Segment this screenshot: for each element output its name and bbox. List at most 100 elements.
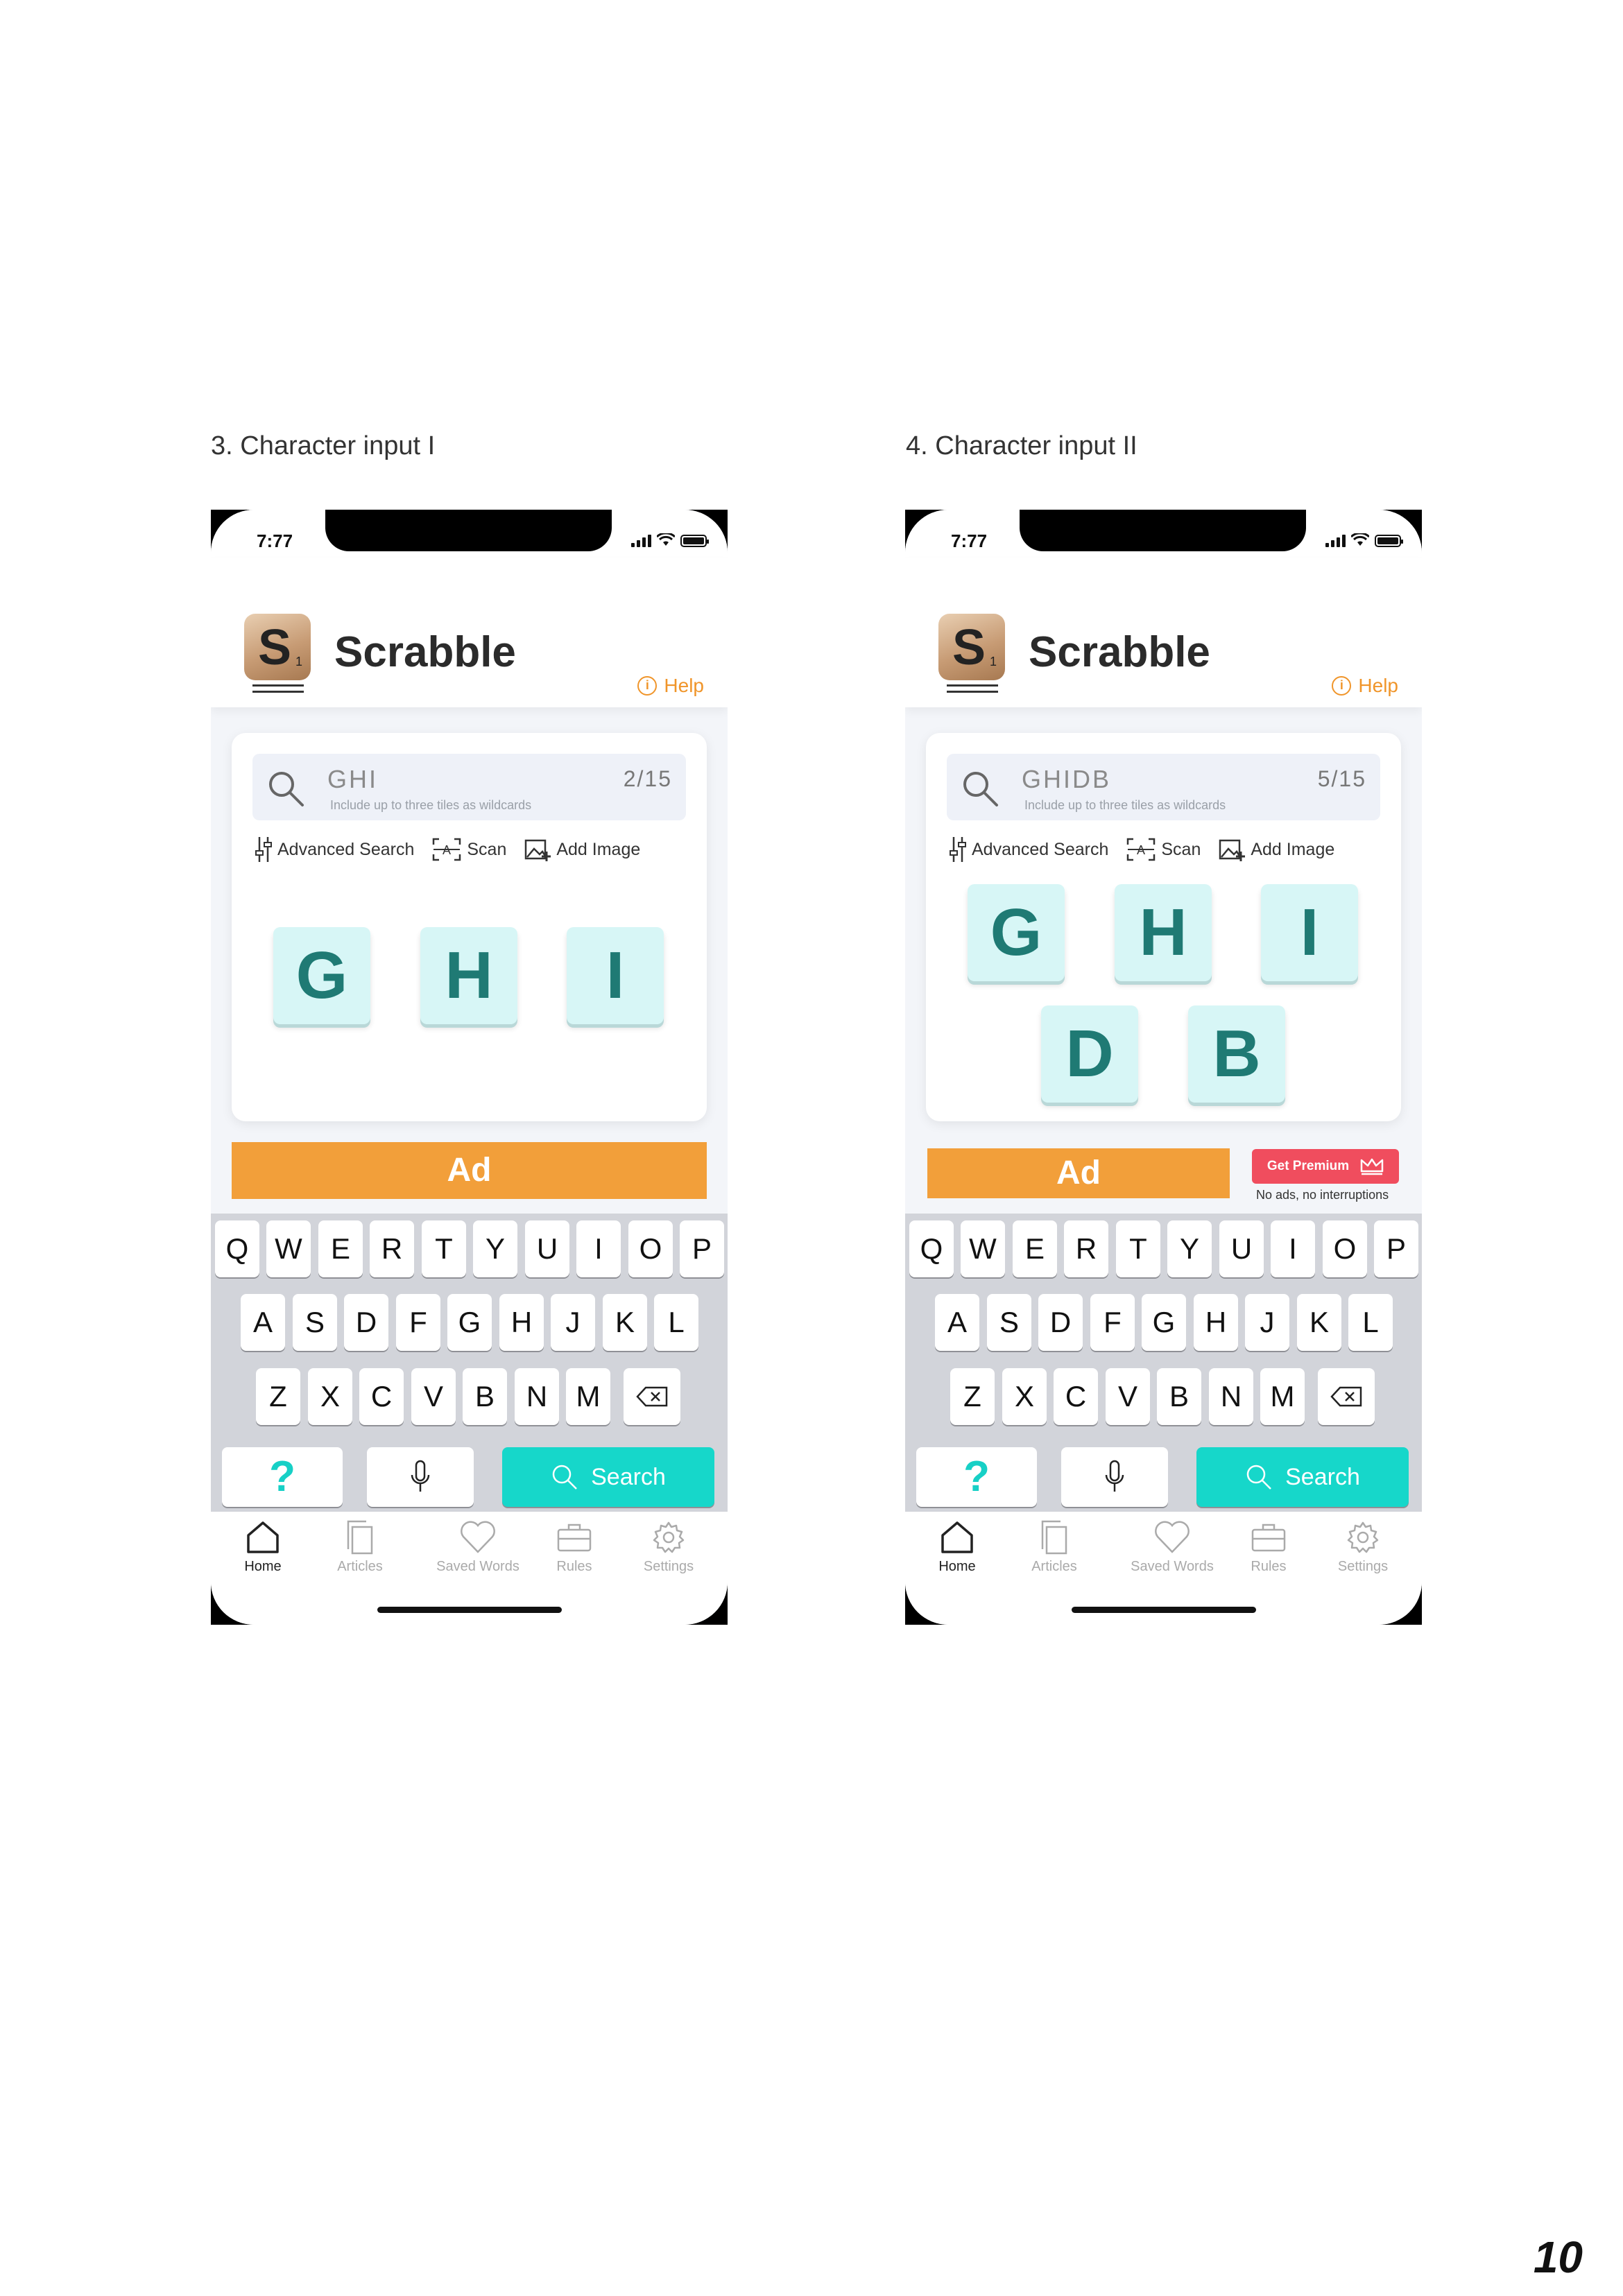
key-z[interactable]: Z — [950, 1368, 995, 1425]
key-s[interactable]: S — [987, 1294, 1031, 1351]
key-n[interactable]: N — [1209, 1368, 1253, 1425]
tab-rules[interactable]: Rules — [529, 1520, 619, 1575]
ad-banner[interactable]: Ad — [927, 1148, 1230, 1198]
key-u[interactable]: U — [1219, 1220, 1264, 1277]
input-card: GHI Include up to three tiles as wildcar… — [232, 733, 707, 1121]
key-r[interactable]: R — [1064, 1220, 1108, 1277]
key-p[interactable]: P — [680, 1220, 724, 1277]
key-l[interactable]: L — [1348, 1294, 1393, 1351]
key-i[interactable]: I — [1271, 1220, 1315, 1277]
tab-rules[interactable]: Rules — [1223, 1520, 1314, 1575]
key-c[interactable]: C — [1054, 1368, 1098, 1425]
search-query: GHIDB — [1022, 765, 1112, 793]
key-f[interactable]: F — [396, 1294, 440, 1351]
key-f[interactable]: F — [1090, 1294, 1135, 1351]
letter-tile[interactable]: G — [968, 884, 1065, 981]
key-x[interactable]: X — [308, 1368, 352, 1425]
help-key[interactable]: ? — [916, 1447, 1037, 1507]
key-j[interactable]: J — [551, 1294, 595, 1351]
help-button[interactable]: i Help — [1332, 675, 1398, 697]
ad-banner[interactable]: Ad — [232, 1142, 707, 1199]
key-y[interactable]: Y — [1167, 1220, 1212, 1277]
scan-button[interactable]: A Scan — [432, 838, 506, 861]
add-image-button[interactable]: Add Image — [1219, 838, 1334, 861]
letter-tile[interactable]: B — [1188, 1005, 1285, 1103]
letter-tile[interactable]: I — [1261, 884, 1358, 981]
get-premium-button[interactable]: Get Premium — [1252, 1149, 1399, 1184]
microphone-key[interactable] — [1061, 1447, 1168, 1507]
letter-tile[interactable]: I — [567, 927, 664, 1024]
scan-button[interactable]: A Scan — [1126, 838, 1201, 861]
key-q[interactable]: Q — [215, 1220, 259, 1277]
search-button[interactable]: Search — [1196, 1447, 1409, 1507]
key-u[interactable]: U — [525, 1220, 569, 1277]
help-key[interactable]: ? — [222, 1447, 343, 1507]
key-m[interactable]: M — [566, 1368, 610, 1425]
key-v[interactable]: V — [411, 1368, 456, 1425]
menu-icon[interactable] — [252, 684, 304, 697]
scrabble-logo[interactable]: S1 — [244, 614, 311, 680]
backspace-key[interactable] — [1318, 1368, 1375, 1425]
key-a[interactable]: A — [935, 1294, 979, 1351]
key-d[interactable]: D — [344, 1294, 388, 1351]
key-c[interactable]: C — [359, 1368, 404, 1425]
letter-tile[interactable]: D — [1041, 1005, 1138, 1103]
home-indicator[interactable] — [377, 1607, 562, 1613]
tab-saved-words[interactable]: Saved Words — [1103, 1520, 1242, 1575]
key-g[interactable]: G — [1142, 1294, 1186, 1351]
key-i[interactable]: I — [576, 1220, 621, 1277]
tab-saved-words[interactable]: Saved Words — [409, 1520, 547, 1575]
key-w[interactable]: W — [961, 1220, 1005, 1277]
help-button[interactable]: i Help — [637, 675, 704, 697]
tab-articles[interactable]: Articles — [1009, 1520, 1099, 1575]
key-p[interactable]: P — [1374, 1220, 1418, 1277]
key-a[interactable]: A — [241, 1294, 285, 1351]
microphone-key[interactable] — [367, 1447, 474, 1507]
key-t[interactable]: T — [1116, 1220, 1160, 1277]
key-g[interactable]: G — [447, 1294, 492, 1351]
tab-articles[interactable]: Articles — [315, 1520, 405, 1575]
backspace-key[interactable] — [624, 1368, 680, 1425]
letter-tile[interactable]: G — [273, 927, 370, 1024]
key-b[interactable]: B — [1157, 1368, 1201, 1425]
search-input[interactable]: GHI Include up to three tiles as wildcar… — [252, 754, 686, 820]
key-r[interactable]: R — [370, 1220, 414, 1277]
search-input[interactable]: GHIDB Include up to three tiles as wildc… — [947, 754, 1380, 820]
key-z[interactable]: Z — [256, 1368, 300, 1425]
key-y[interactable]: Y — [473, 1220, 517, 1277]
key-s[interactable]: S — [293, 1294, 337, 1351]
key-o[interactable]: O — [628, 1220, 673, 1277]
menu-icon[interactable] — [947, 684, 998, 697]
tab-home[interactable]: Home — [912, 1520, 1002, 1575]
key-k[interactable]: K — [603, 1294, 647, 1351]
key-b[interactable]: B — [463, 1368, 507, 1425]
key-k[interactable]: K — [1297, 1294, 1341, 1351]
tab-settings[interactable]: Settings — [1318, 1520, 1408, 1575]
key-q[interactable]: Q — [909, 1220, 954, 1277]
key-d[interactable]: D — [1038, 1294, 1083, 1351]
key-j[interactable]: J — [1245, 1294, 1289, 1351]
tab-settings[interactable]: Settings — [624, 1520, 714, 1575]
search-button[interactable]: Search — [502, 1447, 714, 1507]
letter-tile[interactable]: H — [1115, 884, 1212, 981]
advanced-search-button[interactable]: Advanced Search — [255, 836, 414, 863]
key-w[interactable]: W — [266, 1220, 311, 1277]
letter-tile[interactable]: H — [420, 927, 517, 1024]
scrabble-logo[interactable]: S1 — [938, 614, 1005, 680]
key-e[interactable]: E — [1013, 1220, 1057, 1277]
page-number: 10 — [1533, 2232, 1583, 2282]
key-x[interactable]: X — [1002, 1368, 1047, 1425]
key-o[interactable]: O — [1323, 1220, 1367, 1277]
key-n[interactable]: N — [515, 1368, 559, 1425]
key-v[interactable]: V — [1106, 1368, 1150, 1425]
add-image-button[interactable]: Add Image — [524, 838, 640, 861]
key-h[interactable]: H — [1194, 1294, 1238, 1351]
key-t[interactable]: T — [422, 1220, 466, 1277]
key-l[interactable]: L — [654, 1294, 698, 1351]
advanced-search-button[interactable]: Advanced Search — [950, 836, 1108, 863]
home-indicator[interactable] — [1072, 1607, 1256, 1613]
tab-home[interactable]: Home — [218, 1520, 308, 1575]
key-h[interactable]: H — [499, 1294, 544, 1351]
key-m[interactable]: M — [1260, 1368, 1305, 1425]
key-e[interactable]: E — [318, 1220, 363, 1277]
